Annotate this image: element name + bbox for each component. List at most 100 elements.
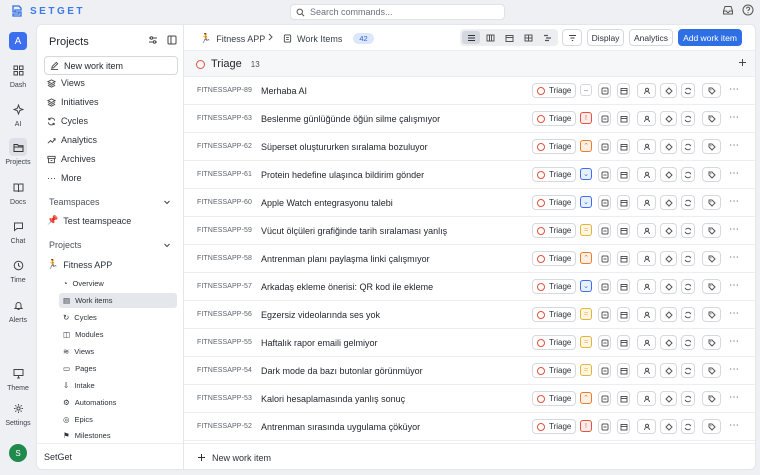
more-options-icon[interactable]: ⋯	[729, 168, 739, 179]
status-icon[interactable]	[598, 251, 611, 266]
priority-urgent-icon[interactable]: !	[580, 112, 592, 124]
status-icon[interactable]	[598, 223, 611, 238]
calendar-icon[interactable]	[617, 167, 630, 182]
more-options-icon[interactable]: ⋯	[729, 252, 739, 263]
labels-icon[interactable]	[660, 111, 677, 126]
priority-urgent-icon[interactable]: !	[580, 420, 592, 432]
work-item-title[interactable]: Haftalık rapor emaili gelmiyor	[261, 338, 378, 348]
project-sub-epics[interactable]: ◎ Epics	[59, 412, 177, 427]
calendar-icon[interactable]	[617, 251, 630, 266]
plus-icon[interactable]	[738, 58, 747, 67]
rail-item-ai[interactable]: AI	[0, 100, 36, 128]
filter-button[interactable]	[562, 29, 582, 46]
rail-item-docs[interactable]: Docs	[0, 178, 36, 206]
cycle-icon[interactable]	[681, 111, 695, 126]
table-row[interactable]: FITNESSAPP-63 Beslenme günlüğünde öğün si…	[184, 105, 755, 133]
inbox-icon[interactable]	[722, 4, 734, 16]
assignee-icon[interactable]	[637, 167, 656, 182]
calendar-icon[interactable]	[617, 391, 630, 406]
state-dropdown[interactable]: Triage	[532, 195, 576, 210]
chevron-down-icon[interactable]	[163, 241, 171, 249]
assignee-icon[interactable]	[637, 251, 656, 266]
state-dropdown[interactable]: Triage	[532, 223, 576, 238]
work-item-title[interactable]: Vücut ölçüleri grafiğinde tarih sıralama…	[261, 226, 447, 236]
cycle-icon[interactable]	[681, 223, 695, 238]
assignee-icon[interactable]	[637, 307, 656, 322]
status-icon[interactable]	[598, 139, 611, 154]
add-work-item-row[interactable]: New work item	[184, 443, 755, 469]
assignee-icon[interactable]	[637, 391, 656, 406]
status-icon[interactable]	[598, 419, 611, 434]
status-icon[interactable]	[598, 279, 611, 294]
work-item-title[interactable]: Arkadaş ekleme önerisi: QR kod ile eklem…	[261, 282, 433, 292]
tag-icon[interactable]	[702, 83, 721, 98]
work-item-title[interactable]: Kalori hesaplamasında yanlış sonuç	[261, 394, 405, 404]
assignee-icon[interactable]	[637, 139, 656, 154]
teamspace-item[interactable]: 📌 Test teamspeace	[47, 215, 131, 226]
tag-icon[interactable]	[702, 279, 721, 294]
table-row[interactable]: FITNESSAPP-59 Vücut ölçüleri grafiğinde t…	[184, 217, 755, 245]
tag-icon[interactable]	[702, 363, 721, 378]
table-row[interactable]: FITNESSAPP-56 Egzersiz videolarında ses y…	[184, 301, 755, 329]
rail-item-time[interactable]: Time	[0, 256, 36, 284]
project-sub-pages[interactable]: ▭ Pages	[59, 361, 177, 376]
priority-none-icon[interactable]: –	[580, 84, 592, 96]
table-row[interactable]: FITNESSAPP-89 Merhaba AI Triage – ⋯	[184, 77, 755, 105]
tag-icon[interactable]	[702, 195, 721, 210]
calendar-icon[interactable]	[617, 363, 630, 378]
nav-more[interactable]: ··· More	[47, 173, 82, 183]
labels-icon[interactable]	[660, 139, 677, 154]
work-item-title[interactable]: Süperset oluştururken sıralama bozuluyor	[261, 142, 428, 152]
assignee-icon[interactable]	[637, 83, 656, 98]
more-options-icon[interactable]: ⋯	[729, 336, 739, 347]
state-dropdown[interactable]: Triage	[532, 391, 576, 406]
work-item-title[interactable]: Apple Watch entegrasyonu talebi	[261, 198, 393, 208]
rail-item-projects[interactable]: Projects	[0, 138, 36, 166]
group-header-triage[interactable]: Triage 13	[184, 51, 755, 77]
more-options-icon[interactable]: ⋯	[729, 224, 739, 235]
list-layout-icon[interactable]	[462, 31, 480, 44]
analytics-button[interactable]: Analytics	[629, 29, 673, 46]
calendar-icon[interactable]	[617, 111, 630, 126]
cycle-icon[interactable]	[681, 139, 695, 154]
more-options-icon[interactable]: ⋯	[729, 308, 739, 319]
table-row[interactable]: FITNESSAPP-60 Apple Watch entegrasyonu ta…	[184, 189, 755, 217]
assignee-icon[interactable]	[637, 279, 656, 294]
state-dropdown[interactable]: Triage	[532, 251, 576, 266]
rail-item-theme[interactable]: Theme	[0, 364, 36, 392]
work-item-title[interactable]: Merhaba AI	[261, 86, 307, 96]
priority-high-icon[interactable]: ⌃	[580, 392, 592, 404]
project-sub-milestones[interactable]: ⚑ Milestones	[59, 428, 177, 443]
cycle-icon[interactable]	[681, 419, 695, 434]
nav-cycles[interactable]: Cycles	[47, 116, 88, 126]
status-icon[interactable]	[598, 307, 611, 322]
status-icon[interactable]	[598, 111, 611, 126]
cycle-icon[interactable]	[681, 335, 695, 350]
calendar-icon[interactable]	[617, 195, 630, 210]
cycle-icon[interactable]	[681, 195, 695, 210]
assignee-icon[interactable]	[637, 223, 656, 238]
collapse-sidebar-icon[interactable]	[167, 35, 177, 45]
status-icon[interactable]	[598, 391, 611, 406]
assignee-icon[interactable]	[637, 335, 656, 350]
project-sub-overview[interactable]: ◔ Overview	[59, 276, 177, 291]
labels-icon[interactable]	[660, 307, 677, 322]
rail-item-chat[interactable]: Chat	[0, 217, 36, 245]
assignee-icon[interactable]	[637, 419, 656, 434]
calendar-layout-icon[interactable]	[500, 31, 518, 44]
labels-icon[interactable]	[660, 419, 677, 434]
cycle-icon[interactable]	[681, 251, 695, 266]
state-dropdown[interactable]: Triage	[532, 83, 576, 98]
cycle-icon[interactable]	[681, 83, 695, 98]
display-button[interactable]: Display	[587, 29, 624, 46]
project-sub-modules[interactable]: ◫ Modules	[59, 327, 177, 342]
table-row[interactable]: FITNESSAPP-58 Antrenman planı paylaşma li…	[184, 245, 755, 273]
priority-medium-icon[interactable]: =	[580, 308, 592, 320]
state-dropdown[interactable]: Triage	[532, 111, 576, 126]
status-icon[interactable]	[598, 83, 611, 98]
priority-medium-icon[interactable]: =	[580, 224, 592, 236]
more-options-icon[interactable]: ⋯	[729, 420, 739, 431]
tag-icon[interactable]	[702, 167, 721, 182]
breadcrumb-work-items[interactable]: Work Items 42	[283, 33, 374, 44]
more-options-icon[interactable]: ⋯	[729, 84, 739, 95]
